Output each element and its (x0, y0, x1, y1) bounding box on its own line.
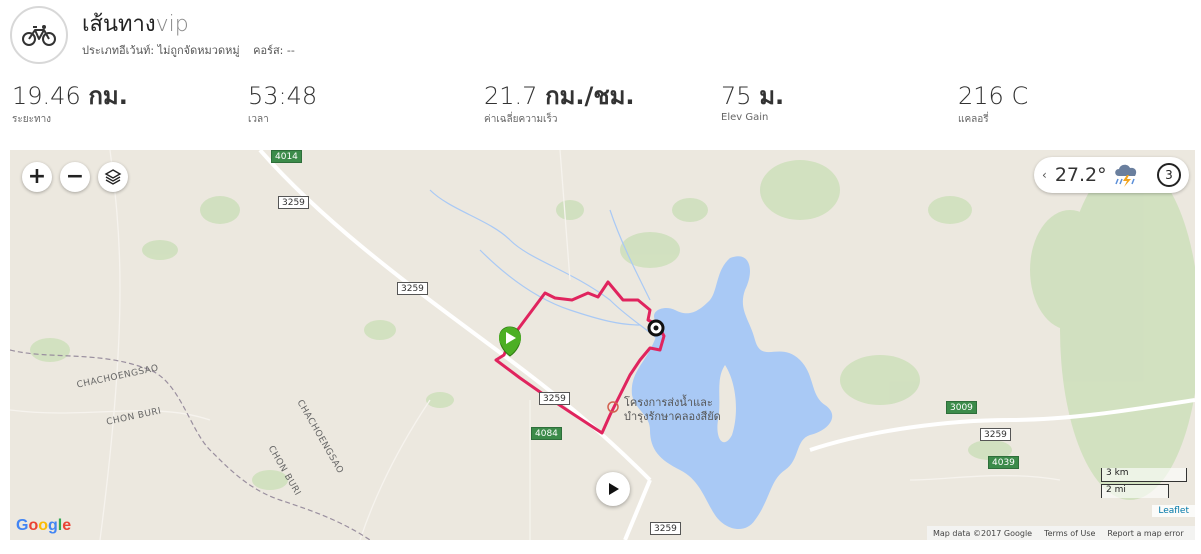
road-shield: 4039 (988, 456, 1019, 469)
stat-value: 216 C (958, 82, 1029, 110)
road-shield: 4014 (271, 150, 302, 163)
stat-value: 53:48 (248, 82, 318, 110)
stat-value: 21.7 (484, 82, 538, 110)
layers-button[interactable] (98, 162, 128, 192)
stat-label: เวลา (248, 114, 269, 125)
stat-unit: กม. (88, 82, 128, 110)
zoom-out-button[interactable]: − (60, 162, 90, 192)
google-logo: Google (16, 517, 72, 534)
map-scale: 3 km 2 mi (1101, 468, 1187, 500)
stat-unit: กม./ชม. (545, 82, 635, 110)
map-data-credit: Map data ©2017 Google (933, 528, 1033, 538)
road-shield: 3259 (650, 522, 681, 535)
activity-title-suffix: vip (155, 12, 189, 37)
minor-roads (10, 150, 1061, 540)
stat-label: Elev Gain (721, 112, 769, 123)
forest-areas (30, 160, 1195, 500)
play-button[interactable] (596, 472, 630, 506)
road-shield: 3259 (278, 196, 309, 209)
temperature-value: 27.2° (1054, 164, 1107, 186)
activity-subtitle: ประเภทอีเว้นท์: ไม่ถูกจัดหมวดหมู่ คอร์ส:… (82, 41, 305, 59)
road-shield: 3009 (946, 401, 977, 414)
poi-label-line: บำรุงรักษาคลองสียัด (624, 410, 721, 423)
map-attribution: Map data ©2017 Google Terms of Use Repor… (927, 526, 1195, 540)
bicycle-icon (22, 25, 56, 46)
road-shield: 3259 (980, 428, 1011, 441)
start-marker-icon[interactable] (499, 326, 521, 357)
road-shield: 4084 (531, 427, 562, 440)
stat-label: ค่าเฉลี่ยความเร็ว (484, 114, 558, 125)
stat-distance: 19.46 กม. ระยะทาง (12, 82, 128, 127)
storm-cloud-icon (1114, 164, 1136, 187)
road-shield: 3259 (397, 282, 428, 295)
poi-label-line: โครงการส่งน้ำและ (624, 396, 713, 409)
course-label: คอร์ส: -- (253, 44, 295, 57)
report-error-link[interactable]: Report a map error (1107, 529, 1183, 538)
activity-type-icon (10, 6, 68, 64)
layers-icon (104, 169, 122, 185)
zoom-in-button[interactable]: + (22, 162, 52, 192)
timer-icon[interactable]: 3 (1157, 163, 1181, 187)
province-border (10, 349, 371, 540)
stat-calories: 216 C แคลอรี่ (958, 82, 1028, 127)
stat-label: ระยะทาง (12, 114, 52, 125)
activity-title[interactable]: เส้นทางvip (82, 6, 189, 41)
play-icon (609, 483, 619, 495)
stat-value: 19.46 (12, 82, 81, 110)
event-type-label[interactable]: ประเภทอีเว้นท์: ไม่ถูกจัดหมวดหมู่ (82, 44, 240, 57)
stat-elev-gain: 75 ม. Elev Gain (721, 82, 784, 123)
scale-km: 3 km (1101, 468, 1187, 482)
stat-unit: ม. (759, 82, 785, 110)
terms-link[interactable]: Terms of Use (1044, 529, 1095, 538)
stat-avg-speed: 21.7 กม./ชม. ค่าเฉลี่ยความเร็ว (484, 82, 635, 127)
chevron-left-icon[interactable]: ‹ (1042, 168, 1047, 182)
weather-widget[interactable]: ‹ 27.2° 3 (1034, 157, 1189, 193)
scale-mi: 2 mi (1101, 484, 1169, 498)
road-shield: 3259 (539, 392, 570, 405)
activity-title-main: เส้นทาง (82, 12, 156, 37)
stat-value: 75 (721, 82, 752, 110)
route-map[interactable]: CHACHOENGSAO CHON BURI CHACHOENGSAO CHON… (10, 150, 1195, 540)
poi-label: โครงการส่งน้ำและ บำรุงรักษาคลองสียัด (624, 396, 721, 424)
stat-label: แคลอรี่ (958, 114, 989, 125)
end-marker-icon[interactable] (647, 319, 665, 337)
leaflet-link[interactable]: Leaflet (1152, 505, 1195, 517)
stat-time: 53:48 เวลา (248, 82, 317, 127)
